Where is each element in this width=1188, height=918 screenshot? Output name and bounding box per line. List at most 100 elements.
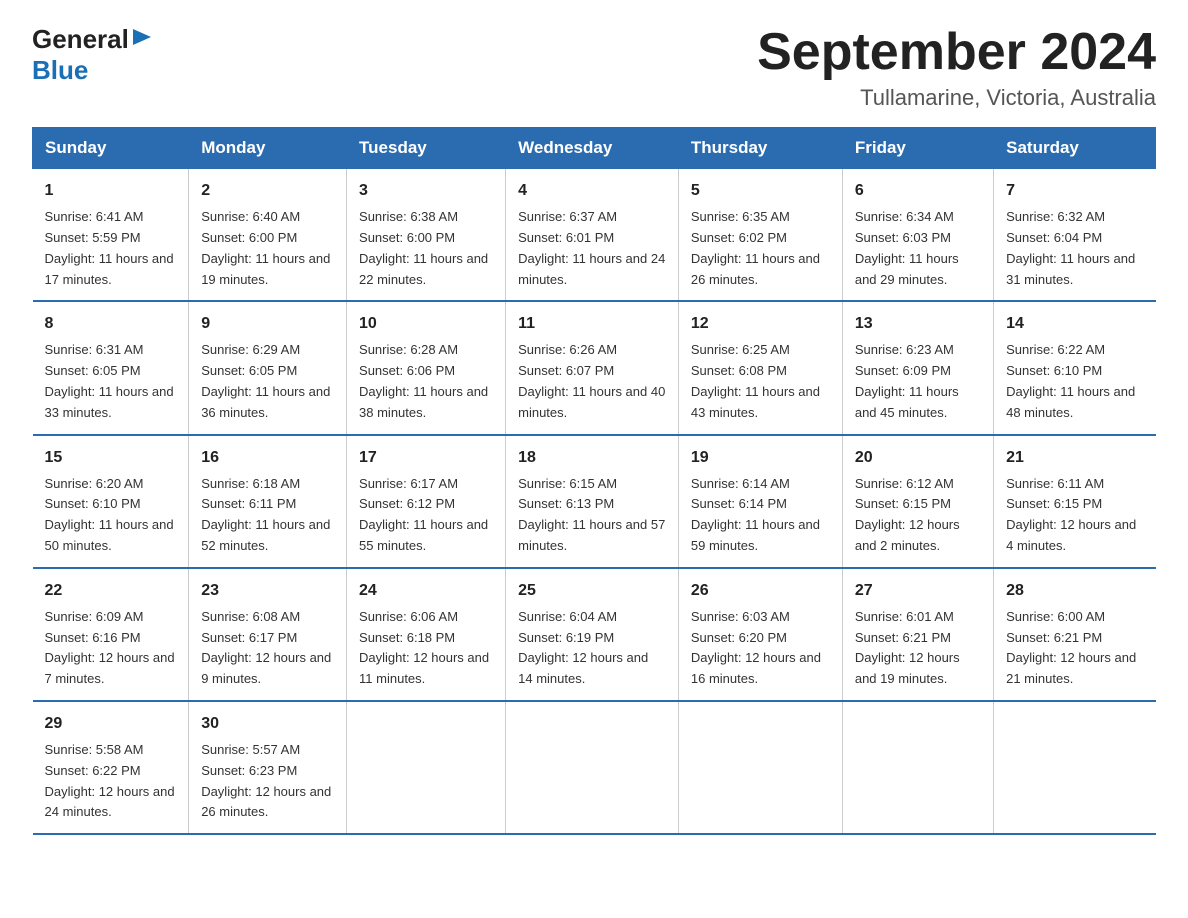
calendar-cell	[347, 701, 506, 834]
subtitle: Tullamarine, Victoria, Australia	[757, 85, 1156, 111]
header-wednesday: Wednesday	[506, 128, 679, 169]
day-info: Sunrise: 6:25 AMSunset: 6:08 PMDaylight:…	[691, 340, 830, 423]
day-number: 6	[855, 179, 981, 203]
day-number: 27	[855, 579, 981, 603]
day-number: 7	[1006, 179, 1143, 203]
day-info: Sunrise: 6:03 AMSunset: 6:20 PMDaylight:…	[691, 607, 830, 690]
day-number: 8	[45, 312, 177, 336]
day-number: 30	[201, 712, 334, 736]
header-monday: Monday	[189, 128, 347, 169]
day-number: 14	[1006, 312, 1143, 336]
day-info: Sunrise: 6:17 AMSunset: 6:12 PMDaylight:…	[359, 474, 493, 557]
calendar-cell: 6Sunrise: 6:34 AMSunset: 6:03 PMDaylight…	[842, 169, 993, 302]
day-number: 1	[45, 179, 177, 203]
calendar-cell: 22Sunrise: 6:09 AMSunset: 6:16 PMDayligh…	[33, 568, 189, 701]
day-info: Sunrise: 5:58 AMSunset: 6:22 PMDaylight:…	[45, 740, 177, 823]
day-info: Sunrise: 6:31 AMSunset: 6:05 PMDaylight:…	[45, 340, 177, 423]
day-info: Sunrise: 6:26 AMSunset: 6:07 PMDaylight:…	[518, 340, 666, 423]
day-number: 11	[518, 312, 666, 336]
header-tuesday: Tuesday	[347, 128, 506, 169]
calendar-cell: 7 Sunrise: 6:32 AMSunset: 6:04 PMDaylight…	[994, 169, 1156, 302]
day-info: Sunrise: 6:35 AMSunset: 6:02 PMDaylight:…	[691, 207, 830, 290]
logo-general-text: General	[32, 24, 129, 55]
calendar-cell	[842, 701, 993, 834]
calendar-cell: 3 Sunrise: 6:38 AMSunset: 6:00 PMDaylight…	[347, 169, 506, 302]
day-number: 13	[855, 312, 981, 336]
header-row: SundayMondayTuesdayWednesdayThursdayFrid…	[33, 128, 1156, 169]
header-friday: Friday	[842, 128, 993, 169]
logo-blue-text: Blue	[32, 55, 88, 85]
calendar-cell: 13 Sunrise: 6:23 AMSunset: 6:09 PMDayligh…	[842, 301, 993, 434]
day-number: 9	[201, 312, 334, 336]
title-block: September 2024 Tullamarine, Victoria, Au…	[757, 24, 1156, 111]
day-number: 17	[359, 446, 493, 470]
day-info: Sunrise: 6:08 AMSunset: 6:17 PMDaylight:…	[201, 607, 334, 690]
calendar-cell: 18 Sunrise: 6:15 AMSunset: 6:13 PMDayligh…	[506, 435, 679, 568]
logo-arrow-icon	[131, 27, 153, 47]
week-row-3: 15Sunrise: 6:20 AMSunset: 6:10 PMDayligh…	[33, 435, 1156, 568]
day-number: 24	[359, 579, 493, 603]
day-info: Sunrise: 6:28 AMSunset: 6:06 PMDaylight:…	[359, 340, 493, 423]
day-number: 19	[691, 446, 830, 470]
calendar-cell: 29Sunrise: 5:58 AMSunset: 6:22 PMDayligh…	[33, 701, 189, 834]
day-info: Sunrise: 6:32 AMSunset: 6:04 PMDaylight:…	[1006, 207, 1143, 290]
calendar-cell: 27 Sunrise: 6:01 AMSunset: 6:21 PMDayligh…	[842, 568, 993, 701]
calendar-cell: 25 Sunrise: 6:04 AMSunset: 6:19 PMDayligh…	[506, 568, 679, 701]
calendar-cell: 1Sunrise: 6:41 AMSunset: 5:59 PMDaylight…	[33, 169, 189, 302]
calendar-cell: 14 Sunrise: 6:22 AMSunset: 6:10 PMDayligh…	[994, 301, 1156, 434]
calendar-cell	[994, 701, 1156, 834]
calendar-cell: 26 Sunrise: 6:03 AMSunset: 6:20 PMDayligh…	[678, 568, 842, 701]
day-info: Sunrise: 6:37 AMSunset: 6:01 PMDaylight:…	[518, 207, 666, 290]
calendar-cell: 15Sunrise: 6:20 AMSunset: 6:10 PMDayligh…	[33, 435, 189, 568]
day-number: 18	[518, 446, 666, 470]
day-number: 10	[359, 312, 493, 336]
day-info: Sunrise: 6:22 AMSunset: 6:10 PMDaylight:…	[1006, 340, 1143, 423]
day-info: Sunrise: 6:38 AMSunset: 6:00 PMDaylight:…	[359, 207, 493, 290]
calendar-cell: 4 Sunrise: 6:37 AMSunset: 6:01 PMDaylight…	[506, 169, 679, 302]
day-number: 23	[201, 579, 334, 603]
calendar-cell: 8 Sunrise: 6:31 AMSunset: 6:05 PMDaylight…	[33, 301, 189, 434]
calendar-cell: 2 Sunrise: 6:40 AMSunset: 6:00 PMDaylight…	[189, 169, 347, 302]
calendar-cell: 21Sunrise: 6:11 AMSunset: 6:15 PMDayligh…	[994, 435, 1156, 568]
calendar-cell	[678, 701, 842, 834]
day-number: 4	[518, 179, 666, 203]
week-row-4: 22Sunrise: 6:09 AMSunset: 6:16 PMDayligh…	[33, 568, 1156, 701]
day-info: Sunrise: 6:14 AMSunset: 6:14 PMDaylight:…	[691, 474, 830, 557]
day-info: Sunrise: 6:09 AMSunset: 6:16 PMDaylight:…	[45, 607, 177, 690]
day-number: 26	[691, 579, 830, 603]
day-info: Sunrise: 6:20 AMSunset: 6:10 PMDaylight:…	[45, 474, 177, 557]
day-number: 12	[691, 312, 830, 336]
calendar-cell: 19 Sunrise: 6:14 AMSunset: 6:14 PMDayligh…	[678, 435, 842, 568]
day-info: Sunrise: 5:57 AMSunset: 6:23 PMDaylight:…	[201, 740, 334, 823]
calendar-cell: 12 Sunrise: 6:25 AMSunset: 6:08 PMDayligh…	[678, 301, 842, 434]
day-info: Sunrise: 6:04 AMSunset: 6:19 PMDaylight:…	[518, 607, 666, 690]
day-info: Sunrise: 6:18 AMSunset: 6:11 PMDaylight:…	[201, 474, 334, 557]
day-info: Sunrise: 6:01 AMSunset: 6:21 PMDaylight:…	[855, 607, 981, 690]
day-number: 25	[518, 579, 666, 603]
week-row-1: 1Sunrise: 6:41 AMSunset: 5:59 PMDaylight…	[33, 169, 1156, 302]
calendar-header: SundayMondayTuesdayWednesdayThursdayFrid…	[33, 128, 1156, 169]
day-info: Sunrise: 6:00 AMSunset: 6:21 PMDaylight:…	[1006, 607, 1143, 690]
day-info: Sunrise: 6:23 AMSunset: 6:09 PMDaylight:…	[855, 340, 981, 423]
page-header: General Blue September 2024 Tullamarine,…	[32, 24, 1156, 111]
calendar-cell: 28 Sunrise: 6:00 AMSunset: 6:21 PMDayligh…	[994, 568, 1156, 701]
day-info: Sunrise: 6:29 AMSunset: 6:05 PMDaylight:…	[201, 340, 334, 423]
day-number: 28	[1006, 579, 1143, 603]
calendar-cell: 5 Sunrise: 6:35 AMSunset: 6:02 PMDaylight…	[678, 169, 842, 302]
day-number: 5	[691, 179, 830, 203]
logo: General Blue	[32, 24, 153, 86]
day-number: 21	[1006, 446, 1143, 470]
day-info: Sunrise: 6:06 AMSunset: 6:18 PMDaylight:…	[359, 607, 493, 690]
day-info: Sunrise: 6:40 AMSunset: 6:00 PMDaylight:…	[201, 207, 334, 290]
day-info: Sunrise: 6:15 AMSunset: 6:13 PMDaylight:…	[518, 474, 666, 557]
header-sunday: Sunday	[33, 128, 189, 169]
calendar-cell: 20Sunrise: 6:12 AMSunset: 6:15 PMDayligh…	[842, 435, 993, 568]
header-thursday: Thursday	[678, 128, 842, 169]
week-row-2: 8 Sunrise: 6:31 AMSunset: 6:05 PMDaylight…	[33, 301, 1156, 434]
day-number: 2	[201, 179, 334, 203]
calendar-cell: 11 Sunrise: 6:26 AMSunset: 6:07 PMDayligh…	[506, 301, 679, 434]
day-info: Sunrise: 6:12 AMSunset: 6:15 PMDaylight:…	[855, 474, 981, 557]
calendar-body: 1Sunrise: 6:41 AMSunset: 5:59 PMDaylight…	[33, 169, 1156, 834]
calendar-cell: 23 Sunrise: 6:08 AMSunset: 6:17 PMDayligh…	[189, 568, 347, 701]
day-number: 3	[359, 179, 493, 203]
